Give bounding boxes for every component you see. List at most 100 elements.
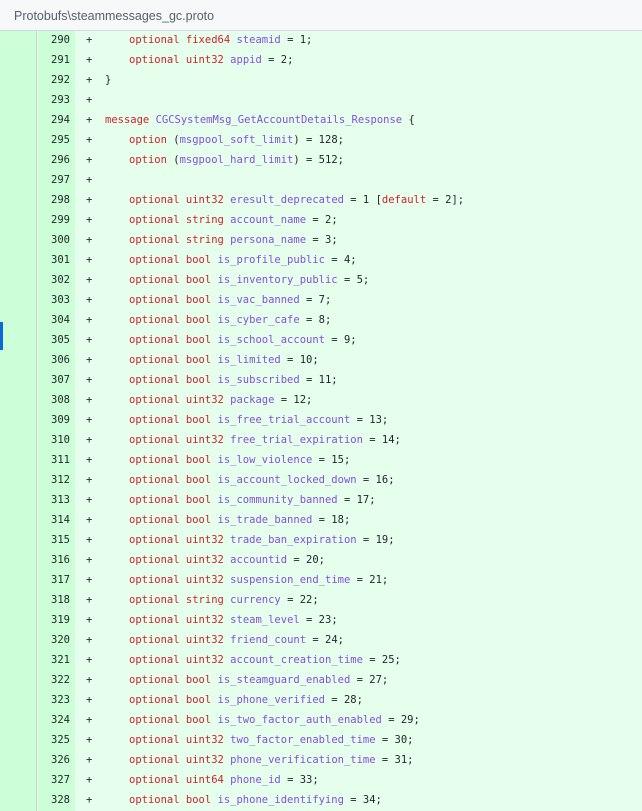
punctuation-token: = 14; bbox=[362, 434, 401, 446]
punctuation-token: = 8; bbox=[299, 314, 332, 326]
line-number[interactable]: 313 bbox=[38, 490, 70, 510]
added-marker: + bbox=[86, 754, 93, 766]
line-number[interactable]: 324 bbox=[38, 710, 70, 730]
identifier-token: is_inventory_public bbox=[217, 274, 338, 286]
code-text: message CGCSystemMsg_GetAccountDetails_R… bbox=[105, 110, 415, 130]
keyword-token: optional bbox=[129, 674, 186, 686]
line-number[interactable]: 302 bbox=[38, 270, 70, 290]
diff-line: 322 + optional bool is_steamguard_enabled … bbox=[0, 670, 642, 690]
line-number[interactable]: 316 bbox=[38, 550, 70, 570]
code-text: option (msgpool_hard_limit) = 512; bbox=[105, 150, 344, 170]
punctuation-token: = 2; bbox=[261, 54, 294, 66]
added-marker: + bbox=[86, 214, 93, 226]
punctuation-token: = 25; bbox=[362, 654, 401, 666]
keyword-token: optional bbox=[129, 314, 186, 326]
line-number[interactable]: 306 bbox=[38, 350, 70, 370]
code-text: optional bool is_phone_verified = 28; bbox=[105, 690, 363, 710]
added-marker: + bbox=[86, 34, 93, 46]
added-marker: + bbox=[86, 94, 93, 106]
line-number[interactable]: 296 bbox=[38, 150, 70, 170]
line-number[interactable]: 325 bbox=[38, 730, 70, 750]
line-number[interactable]: 293 bbox=[38, 90, 70, 110]
punctuation-token: = 17; bbox=[337, 494, 376, 506]
line-number[interactable]: 291 bbox=[38, 50, 70, 70]
line-number[interactable]: 300 bbox=[38, 230, 70, 250]
added-marker: + bbox=[86, 434, 93, 446]
line-number[interactable]: 315 bbox=[38, 530, 70, 550]
identifier-token: two_factor_enabled_time bbox=[230, 734, 376, 746]
identifier-token: suspension_end_time bbox=[230, 574, 351, 586]
type-token: uint32 bbox=[185, 754, 231, 766]
type-token: bool bbox=[185, 314, 218, 326]
diff-line: 326 + optional uint32 phone_verification_t… bbox=[0, 750, 642, 770]
line-number[interactable]: 317 bbox=[38, 570, 70, 590]
keyword-token: optional bbox=[129, 414, 186, 426]
line-number[interactable]: 312 bbox=[38, 470, 70, 490]
line-number[interactable]: 297 bbox=[38, 170, 70, 190]
keyword-token: optional bbox=[129, 34, 186, 46]
line-number[interactable]: 327 bbox=[38, 770, 70, 790]
line-number[interactable]: 294 bbox=[38, 110, 70, 130]
added-marker: + bbox=[86, 114, 93, 126]
code-text: optional bool is_free_trial_account = 13… bbox=[105, 410, 388, 430]
line-number[interactable]: 292 bbox=[38, 70, 70, 90]
line-number[interactable]: 310 bbox=[38, 430, 70, 450]
line-number[interactable]: 309 bbox=[38, 410, 70, 430]
punctuation-token: = 21; bbox=[350, 574, 389, 586]
added-marker: + bbox=[86, 274, 93, 286]
punctuation-token: = 7; bbox=[299, 294, 332, 306]
code-text: optional string persona_name = 3; bbox=[105, 230, 338, 250]
identifier-token: is_low_violence bbox=[217, 454, 313, 466]
line-number[interactable]: 307 bbox=[38, 370, 70, 390]
diff-line: 307 + optional bool is_subscribed = 11; bbox=[0, 370, 642, 390]
file-path[interactable]: Protobufs\steammessages_gc.proto bbox=[14, 9, 214, 23]
line-number[interactable]: 328 bbox=[38, 790, 70, 810]
line-number[interactable]: 320 bbox=[38, 630, 70, 650]
identifier-token: appid bbox=[230, 54, 262, 66]
diff-line: 301 + optional bool is_profile_public = 4; bbox=[0, 250, 642, 270]
diff-line: 293 + bbox=[0, 90, 642, 110]
punctuation-token: = 11; bbox=[299, 374, 338, 386]
added-marker: + bbox=[86, 194, 93, 206]
line-number[interactable]: 299 bbox=[38, 210, 70, 230]
line-number[interactable]: 326 bbox=[38, 750, 70, 770]
line-number[interactable]: 303 bbox=[38, 290, 70, 310]
identifier-token: is_cyber_cafe bbox=[217, 314, 300, 326]
code-text: optional bool is_trade_banned = 18; bbox=[105, 510, 350, 530]
identifier-token: msgpool_soft_limit bbox=[179, 134, 294, 146]
type-token: bool bbox=[185, 674, 218, 686]
line-number[interactable]: 304 bbox=[38, 310, 70, 330]
keyword-token: optional bbox=[129, 234, 186, 246]
type-token: uint32 bbox=[185, 614, 231, 626]
line-number[interactable]: 298 bbox=[38, 190, 70, 210]
line-number[interactable]: 314 bbox=[38, 510, 70, 530]
identifier-token: accountid bbox=[230, 554, 288, 566]
keyword-token: optional bbox=[129, 734, 186, 746]
identifier-token: CGCSystemMsg_GetAccountDetails_Response bbox=[155, 114, 403, 126]
code-text: optional bool is_two_factor_auth_enabled… bbox=[105, 710, 420, 730]
line-number[interactable]: 318 bbox=[38, 590, 70, 610]
type-token: bool bbox=[185, 414, 218, 426]
line-number[interactable]: 322 bbox=[38, 670, 70, 690]
keyword-token: optional bbox=[129, 574, 186, 586]
added-marker: + bbox=[86, 294, 93, 306]
line-number[interactable]: 323 bbox=[38, 690, 70, 710]
line-number[interactable]: 305 bbox=[38, 330, 70, 350]
punctuation-token: = 5; bbox=[337, 274, 370, 286]
identifier-token: steamid bbox=[236, 34, 281, 46]
keyword-token: option bbox=[129, 134, 174, 146]
punctuation-token: = 33; bbox=[280, 774, 319, 786]
line-number[interactable]: 301 bbox=[38, 250, 70, 270]
line-number[interactable]: 311 bbox=[38, 450, 70, 470]
keyword-token: optional bbox=[129, 554, 186, 566]
line-number[interactable]: 295 bbox=[38, 130, 70, 150]
line-number[interactable]: 319 bbox=[38, 610, 70, 630]
type-token: uint32 bbox=[185, 554, 231, 566]
identifier-token: is_trade_banned bbox=[217, 514, 313, 526]
added-marker: + bbox=[86, 154, 93, 166]
line-number[interactable]: 321 bbox=[38, 650, 70, 670]
line-number[interactable]: 290 bbox=[38, 31, 70, 50]
line-number[interactable]: 308 bbox=[38, 390, 70, 410]
added-marker: + bbox=[86, 234, 93, 246]
diff-line: 304 + optional bool is_cyber_cafe = 8; bbox=[0, 310, 642, 330]
